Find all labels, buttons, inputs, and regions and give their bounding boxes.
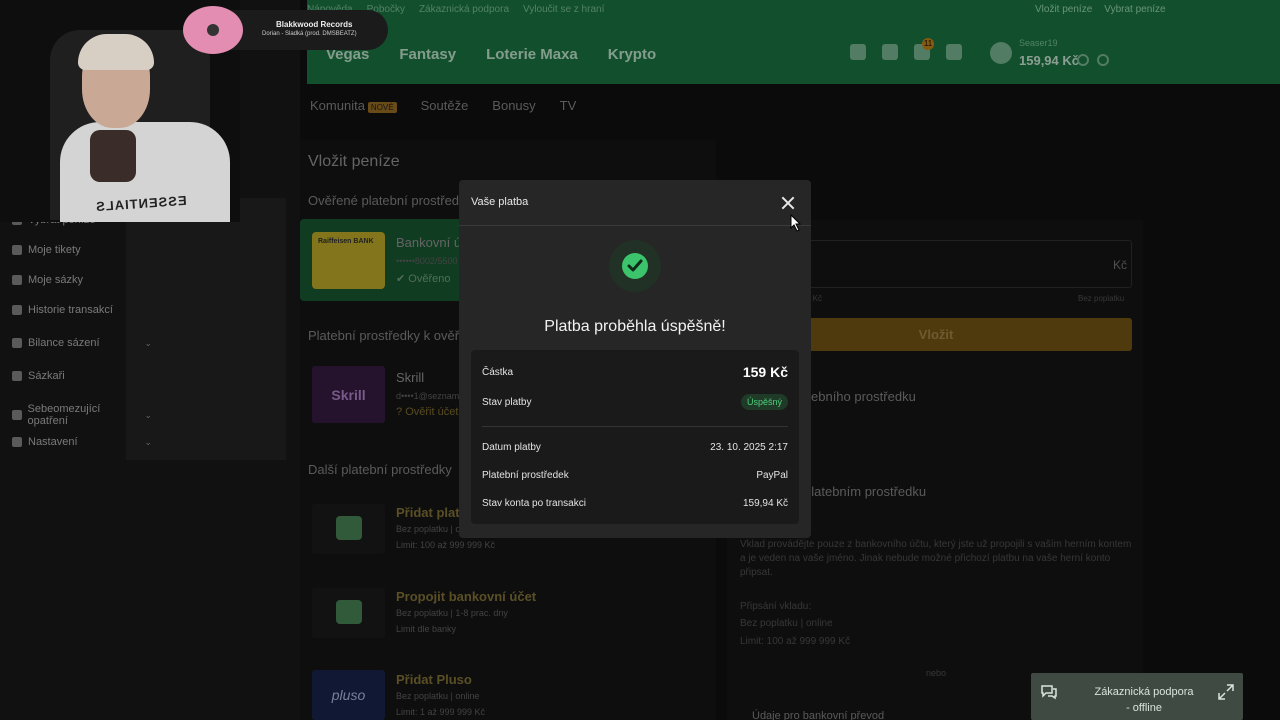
method-value: PayPal xyxy=(756,470,788,481)
modal-title: Vaše platba xyxy=(471,196,529,208)
balance-value: 159,94 Kč xyxy=(742,498,788,509)
music-track: Dorian - Sladká (prod. DMSBEATZ) xyxy=(262,31,357,37)
sidebar-item-label: Sebeomezující opatření xyxy=(27,403,101,427)
sidebar-item-bettors[interactable]: Sázkaři xyxy=(12,370,152,382)
method-label: Platební prostředek xyxy=(482,470,569,481)
sidebar-item-label: Historie transakcí xyxy=(28,304,113,316)
check-icon xyxy=(12,275,22,285)
streamer-hair xyxy=(78,34,154,70)
gear-icon xyxy=(12,437,22,447)
details-divider xyxy=(482,426,788,427)
sidebar-item-label: Sázkaři xyxy=(28,370,65,382)
mouse-cursor-icon xyxy=(790,214,802,232)
sidebar-item-label: Bilance sázení xyxy=(28,337,100,349)
streamer-hand xyxy=(90,130,136,182)
checkmark-icon xyxy=(627,259,643,272)
sidebar-item-bets[interactable]: Moje sázky xyxy=(12,274,152,286)
date-value: 23. 10. 2025 2:17 xyxy=(710,442,788,453)
modal-divider xyxy=(459,225,811,226)
sidebar-item-balance[interactable]: Bilance sázení ⌄ xyxy=(12,337,152,349)
support-status: Zákaznická podpora - offline xyxy=(1080,684,1208,716)
status-label: Stav platby xyxy=(482,396,532,408)
disc-center xyxy=(207,24,219,36)
detail-row-balance: Stav konta po transakci 159,94 Kč xyxy=(482,498,788,509)
sidebar-item-self-limits[interactable]: Sebeomezující opatření ⌄ xyxy=(12,403,152,427)
sidebar-item-label: Moje tikety xyxy=(28,244,81,256)
payment-result-modal: Vaše platba Platba proběhla úspěšně! Čás… xyxy=(459,180,811,538)
support-offline-label: - offline xyxy=(1126,702,1162,714)
support-label: Zákaznická podpora xyxy=(1094,686,1194,698)
chat-bubble-icon xyxy=(1041,685,1057,700)
chart-icon xyxy=(12,338,22,348)
history-icon xyxy=(12,305,22,315)
music-label: Blakkwood Records xyxy=(276,20,353,29)
amount-label: Částka xyxy=(482,366,514,378)
date-label: Datum platby xyxy=(482,442,541,453)
expand-icon[interactable] xyxy=(1218,684,1234,700)
detail-row-amount: Částka 159 Kč xyxy=(482,364,788,380)
status-badge: Úspěšný xyxy=(740,394,788,410)
chevron-down-icon: ⌄ xyxy=(144,409,152,420)
close-icon[interactable] xyxy=(779,194,797,212)
people-icon xyxy=(12,371,22,381)
balance-label: Stav konta po transakci xyxy=(482,498,586,509)
sidebar-item-label: Moje sázky xyxy=(28,274,84,286)
chevron-down-icon: ⌄ xyxy=(144,337,152,348)
success-message: Platba proběhla úspěšně! xyxy=(544,318,726,335)
chevron-down-icon: ⌄ xyxy=(144,436,152,447)
amount-value: 159 Kč xyxy=(742,364,788,380)
check-circle-icon xyxy=(622,253,648,279)
sidebar-item-history[interactable]: Historie transakcí xyxy=(12,304,152,316)
detail-row-method: Platební prostředek PayPal xyxy=(482,470,788,481)
sidebar-item-tickets[interactable]: Moje tikety xyxy=(12,244,152,256)
sidebar-item-label: Nastavení xyxy=(28,436,78,448)
payment-details: Částka 159 Kč Stav platby Úspěšný Datum pl… xyxy=(471,350,799,524)
detail-row-date: Datum platby 23. 10. 2025 2:17 xyxy=(482,442,788,453)
sidebar-item-settings[interactable]: Nastavení ⌄ xyxy=(12,436,152,448)
detail-row-status: Stav platby Úspěšný xyxy=(482,394,788,410)
hand-icon xyxy=(12,410,22,420)
ticket-icon xyxy=(12,245,22,255)
